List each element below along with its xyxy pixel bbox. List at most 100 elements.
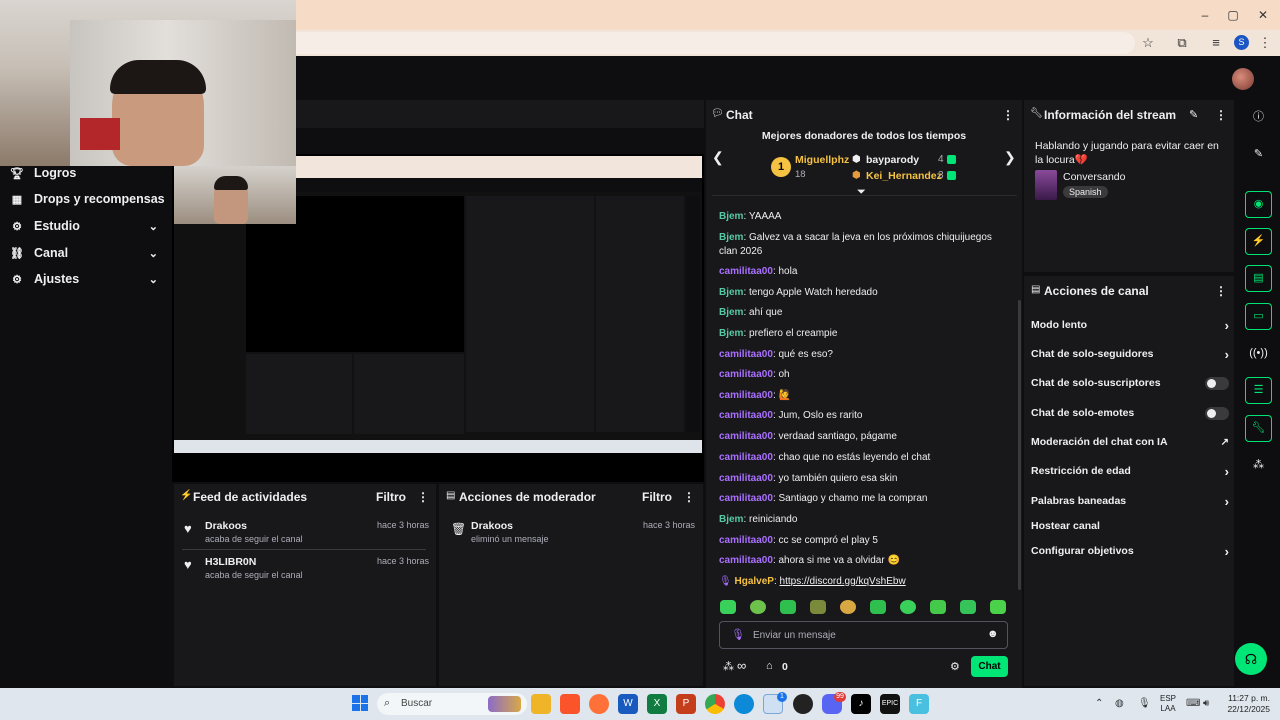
chat-message[interactable]: 🎙︎ HgalveP: https://discord.gg/kqVshEbw: [719, 575, 1009, 589]
category-thumbnail[interactable]: [1035, 170, 1057, 200]
chat-message[interactable]: camilitaa00: Jum, Oslo es rarito: [719, 409, 1009, 423]
word-icon[interactable]: W: [618, 694, 638, 714]
chat-username[interactable]: camilitaa00: [719, 555, 773, 566]
emote-icon[interactable]: [780, 600, 796, 614]
chat-message[interactable]: camilitaa00: cc se compró el play 5: [719, 534, 1009, 548]
filter-button[interactable]: Filtro: [376, 490, 406, 504]
category-name[interactable]: Conversando: [1063, 171, 1125, 183]
mic-tray-icon[interactable]: 🎙︎: [1138, 698, 1151, 709]
emote-icon[interactable]: [960, 600, 976, 614]
chat-message[interactable]: camilitaa00: 🙋: [719, 389, 1009, 403]
points-icon[interactable]: ⁂: [723, 660, 734, 673]
donor-name[interactable]: bayparody: [866, 154, 919, 166]
chat-message[interactable]: Bjem: reiniciando: [719, 513, 1009, 527]
action-followers-only[interactable]: Chat de solo-seguidores ›: [1031, 344, 1229, 364]
action-emotes-only[interactable]: Chat de solo-emotes: [1031, 403, 1229, 423]
chat-link[interactable]: https://discord.gg/kqVshEbw: [780, 576, 906, 587]
network-icon[interactable]: ⌨: [1186, 698, 1200, 709]
info-icon[interactable]: ⓘ: [1245, 104, 1272, 131]
chat-username[interactable]: camilitaa00: [719, 431, 773, 442]
close-button[interactable]: ✕: [1252, 6, 1274, 24]
action-ai-moderation[interactable]: Moderación del chat con IA ↗: [1031, 432, 1229, 452]
action-host-channel[interactable]: Hostear canal: [1031, 516, 1229, 536]
feed-user[interactable]: Drakoos: [205, 520, 247, 532]
app-f-icon[interactable]: F: [909, 694, 929, 714]
chat-username[interactable]: Bjem: [719, 287, 743, 298]
chat-scrollbar[interactable]: [1018, 300, 1021, 590]
chat-message[interactable]: Bjem: ahí que: [719, 306, 1009, 320]
wrench-icon[interactable]: 🔧︎: [1245, 415, 1272, 442]
tray-app-icon[interactable]: ◍: [1115, 698, 1124, 709]
gear-icon[interactable]: ⚙: [950, 660, 960, 673]
chat-username[interactable]: Bjem: [719, 514, 743, 525]
emote-icon[interactable]: [930, 600, 946, 614]
emote-icon[interactable]: [870, 600, 886, 614]
brave-icon[interactable]: [560, 694, 580, 714]
file-explorer-icon[interactable]: [531, 694, 551, 714]
user-avatar[interactable]: [1232, 68, 1254, 90]
subscribers-only-toggle[interactable]: [1205, 376, 1229, 390]
action-subscribers-only[interactable]: Chat de solo-suscriptores: [1031, 373, 1229, 393]
mic-icon[interactable]: 🎙︎: [731, 628, 745, 641]
send-chat-button[interactable]: Chat: [971, 656, 1008, 677]
excel-icon[interactable]: X: [647, 694, 667, 714]
more-options-icon[interactable]: ⋮: [417, 490, 429, 504]
chat-username[interactable]: camilitaa00: [719, 473, 773, 484]
lightning-icon[interactable]: ⚡: [1245, 228, 1272, 255]
chat-message[interactable]: camilitaa00: ahora si me va a olvidar 😊: [719, 554, 1009, 568]
more-options-icon[interactable]: ⋮: [1215, 284, 1227, 298]
action-slow-mode[interactable]: Modo lento ›: [1031, 315, 1229, 335]
chat-message[interactable]: camilitaa00: verdaad santiago, págame: [719, 430, 1009, 444]
chat-message[interactable]: camilitaa00: hola: [719, 265, 1009, 279]
media-control-icon[interactable]: ≡: [1207, 34, 1225, 52]
chat-message[interactable]: camilitaa00: Santiago y chamo me la comp…: [719, 492, 1009, 506]
chat-username[interactable]: camilitaa00: [719, 349, 773, 360]
chevron-left-icon[interactable]: ❮: [712, 149, 724, 166]
bookmark-star-icon[interactable]: ☆: [1139, 34, 1157, 52]
language-indicator[interactable]: ESP LAA: [1160, 694, 1176, 714]
support-button[interactable]: ☊: [1235, 643, 1267, 675]
chat-message[interactable]: camilitaa00: chao que no estás leyendo e…: [719, 451, 1009, 465]
volume-icon[interactable]: 🔊︎: [1203, 698, 1209, 709]
sidebar-item-drops[interactable]: ▦ Drops y recompensas: [0, 186, 172, 212]
donor-name[interactable]: Miguellphz: [795, 154, 849, 166]
chat-message[interactable]: camilitaa00: yo también quiero esa skin: [719, 472, 1009, 486]
chat-message[interactable]: Bjem: Galvez va a sacar la jeva en los p…: [719, 231, 1009, 258]
broadcast-icon[interactable]: ((•)): [1245, 340, 1272, 367]
chat-username[interactable]: camilitaa00: [719, 493, 773, 504]
chat-username[interactable]: HgalveP: [734, 576, 773, 587]
extensions-icon[interactable]: ⧉: [1173, 34, 1191, 52]
edit-icon[interactable]: ✎: [1189, 108, 1198, 121]
sidebar-item-estudio[interactable]: ⚙ Estudio ⌄: [0, 213, 172, 239]
emote-icon[interactable]: [900, 600, 916, 614]
emote-icon[interactable]: [750, 600, 766, 614]
feed-user[interactable]: H3LIBR0N: [205, 556, 256, 568]
action-age-restriction[interactable]: Restricción de edad ›: [1031, 461, 1229, 481]
firefox-icon[interactable]: [589, 694, 609, 714]
emoji-icon[interactable]: ☻: [987, 628, 999, 640]
document-icon[interactable]: ▤: [1245, 265, 1272, 292]
chat-username[interactable]: camilitaa00: [719, 266, 773, 277]
chat-bubble-icon[interactable]: ▭: [1245, 303, 1272, 330]
chevron-up-icon[interactable]: ⌃: [1095, 698, 1103, 709]
points-icon[interactable]: ⁂: [1245, 452, 1272, 479]
store-icon[interactable]: ⌂: [766, 660, 773, 672]
sidebar-item-ajustes[interactable]: ⚙ Ajustes ⌄: [0, 266, 172, 292]
camera-icon[interactable]: ◉: [1245, 191, 1272, 218]
chrome-icon[interactable]: [705, 694, 725, 714]
chat-username[interactable]: camilitaa00: [719, 390, 773, 401]
chat-username[interactable]: camilitaa00: [719, 410, 773, 421]
more-options-icon[interactable]: ⋮: [1215, 108, 1227, 122]
more-options-icon[interactable]: ⋮: [683, 490, 695, 504]
chat-message[interactable]: Bjem: prefiero el creampie: [719, 327, 1009, 341]
chat-message[interactable]: camilitaa00: qué es eso?: [719, 348, 1009, 362]
filter-button[interactable]: Filtro: [642, 490, 672, 504]
chat-username[interactable]: camilitaa00: [719, 369, 773, 380]
emote-icon[interactable]: [990, 600, 1006, 614]
chat-username[interactable]: Bjem: [719, 232, 743, 243]
chat-username[interactable]: camilitaa00: [719, 452, 773, 463]
clock[interactable]: 11:27 p. m. 22/12/2025: [1220, 693, 1270, 715]
chat-username[interactable]: camilitaa00: [719, 535, 773, 546]
chat-username[interactable]: Bjem: [719, 211, 743, 222]
powerpoint-icon[interactable]: P: [676, 694, 696, 714]
